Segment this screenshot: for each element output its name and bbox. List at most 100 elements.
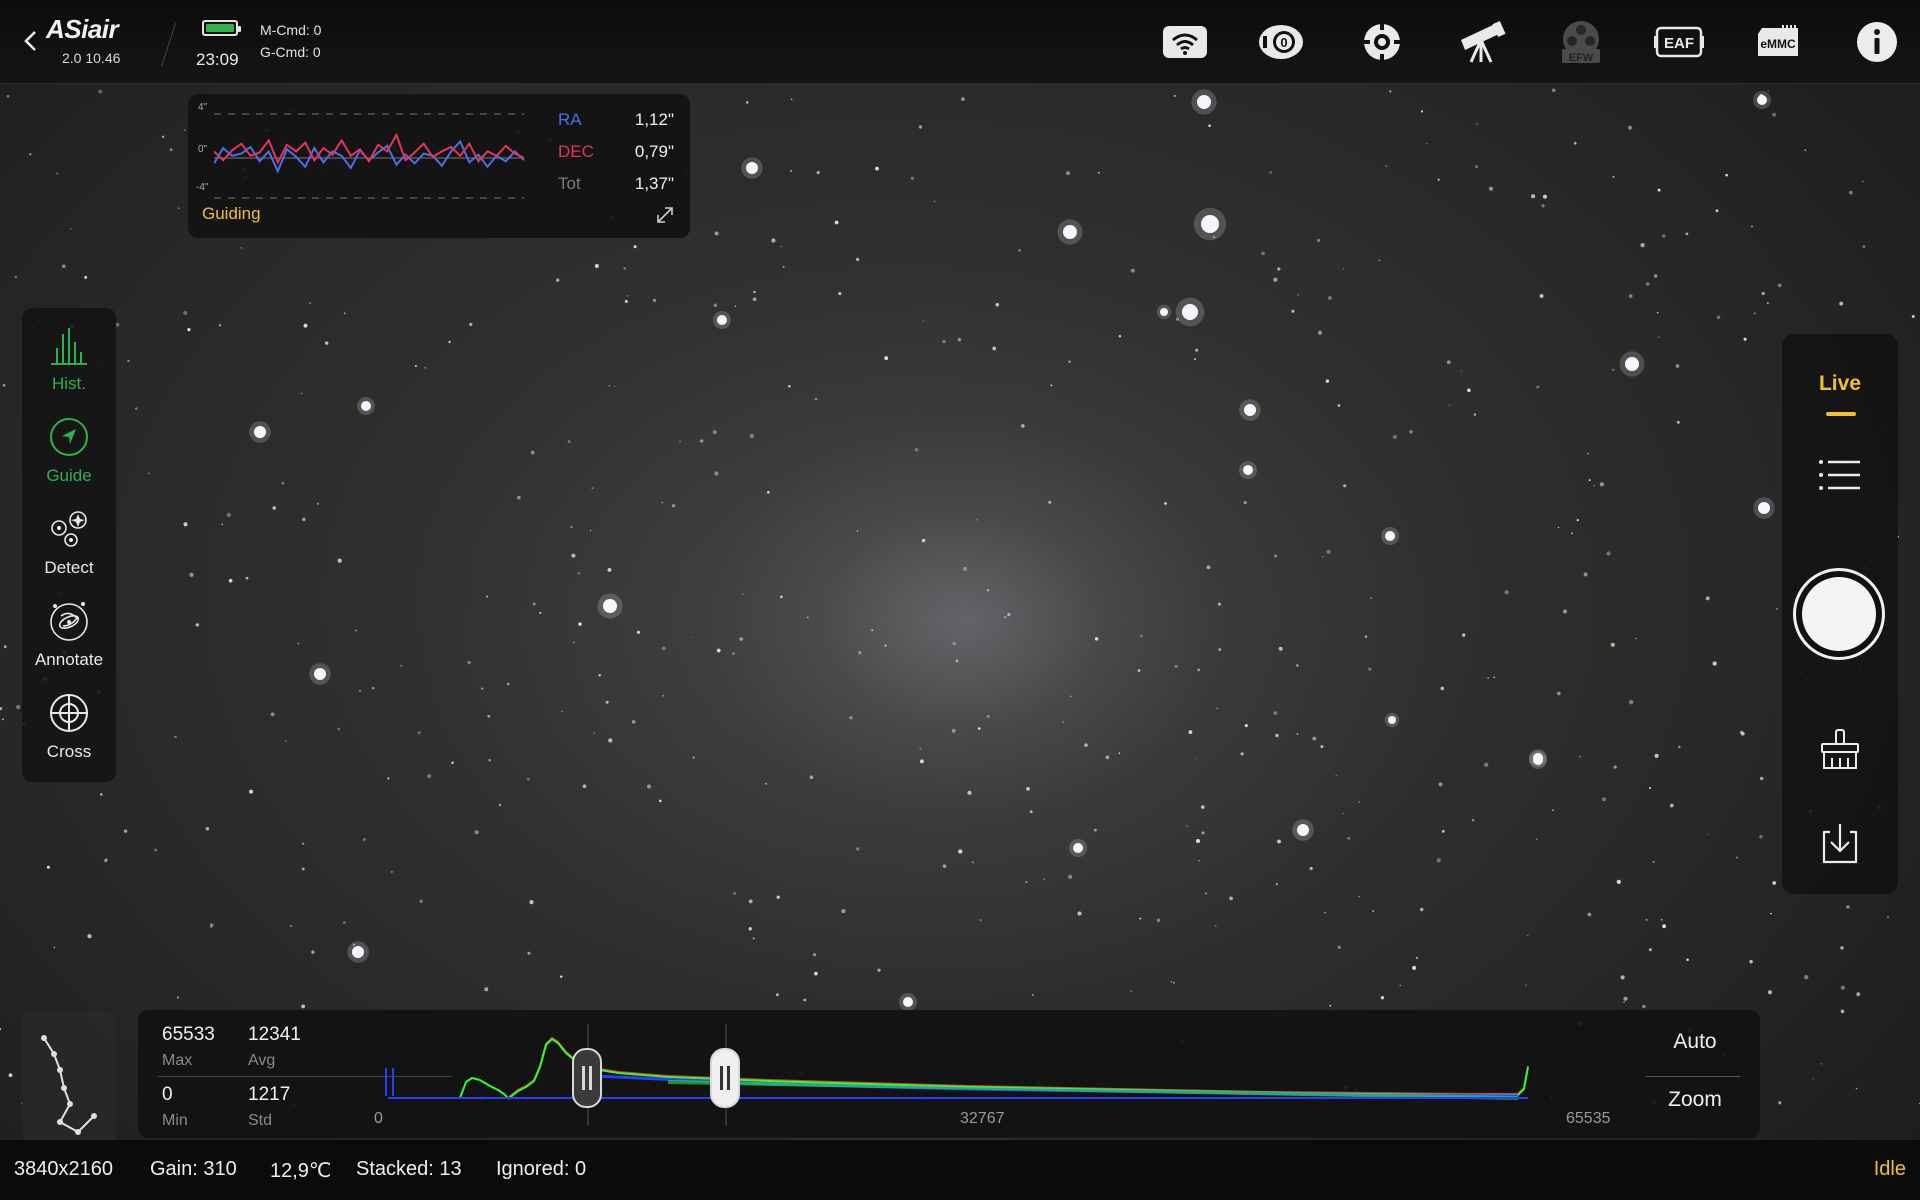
star (1652, 860, 1655, 864)
wifi-button[interactable] (1160, 18, 1210, 66)
star (971, 861, 975, 864)
star (1378, 259, 1381, 262)
star (309, 302, 311, 304)
star (1536, 385, 1540, 389)
guide-camera-button[interactable] (1357, 18, 1407, 66)
star (1347, 836, 1351, 840)
histogram-panel: 65533 Max 12341 Avg 0 Min 1217 Std 0 327… (138, 1010, 1760, 1138)
star (1372, 909, 1375, 913)
info-button[interactable] (1852, 18, 1902, 66)
bright-star (717, 315, 727, 325)
star (593, 732, 596, 734)
tool-guide[interactable]: Guide (22, 410, 116, 500)
efw-label: EFW (1569, 52, 1594, 64)
auto-stretch-button[interactable]: Auto (1640, 1022, 1750, 1062)
star (1062, 721, 1064, 723)
star (451, 761, 454, 765)
star (1685, 232, 1689, 236)
menu-button[interactable] (1818, 458, 1862, 497)
star (284, 739, 287, 742)
expand-icon[interactable] (654, 204, 676, 226)
star (1460, 370, 1463, 372)
clear-button[interactable] (1818, 728, 1862, 777)
back-button[interactable] (20, 26, 42, 56)
mount-button[interactable] (1457, 18, 1507, 66)
tick-max: 65535 (1566, 1110, 1611, 1127)
shutter-button[interactable] (1793, 568, 1885, 660)
camera-button[interactable]: 0 (1256, 18, 1306, 66)
star (1539, 294, 1544, 298)
star (1274, 554, 1277, 558)
star (816, 171, 820, 175)
guiding-graph (214, 113, 525, 199)
star (1440, 686, 1445, 691)
bright-star (361, 401, 371, 411)
black-point-handle[interactable] (572, 1048, 602, 1108)
white-point-handle[interactable] (710, 1048, 740, 1108)
tool-cross[interactable]: Cross (22, 686, 116, 776)
star (1385, 165, 1388, 168)
star (1137, 669, 1141, 672)
star (87, 934, 92, 939)
star (1277, 267, 1281, 271)
star (582, 784, 587, 789)
star (228, 578, 233, 583)
star (1846, 905, 1850, 909)
min-label: Min (162, 1112, 188, 1129)
star (249, 789, 254, 794)
tool-detect[interactable]: Detect (22, 502, 116, 592)
bright-star (352, 946, 364, 958)
star (343, 921, 346, 924)
star (1525, 984, 1527, 986)
star (176, 996, 179, 999)
efw-button[interactable]: EFW (1556, 18, 1606, 66)
star (2, 383, 6, 387)
star (484, 987, 489, 992)
star (281, 481, 285, 485)
star (1269, 170, 1273, 174)
star (1613, 765, 1617, 769)
star (1195, 348, 1199, 352)
tool-histogram[interactable]: Hist. (22, 318, 116, 408)
star (856, 847, 860, 851)
star (1309, 866, 1313, 871)
star (1654, 274, 1658, 278)
star (516, 495, 521, 500)
ra-label: RA (558, 110, 582, 129)
star (1229, 896, 1233, 901)
mode-live-tab[interactable]: Live (1782, 372, 1898, 396)
star (560, 975, 563, 978)
star (955, 659, 959, 663)
tool-annotate[interactable]: Annotate (22, 594, 116, 684)
eaf-button[interactable]: EAF (1654, 18, 1704, 66)
star (301, 867, 305, 871)
emmc-button[interactable]: eMMC (1754, 18, 1804, 66)
star (577, 572, 580, 575)
star (1328, 296, 1332, 300)
star (205, 827, 210, 831)
star (486, 595, 489, 598)
star (1862, 245, 1866, 248)
star (623, 267, 626, 270)
star (0, 1028, 2, 1031)
ra-series (214, 139, 525, 174)
star (1343, 484, 1347, 488)
bright-star (1197, 95, 1211, 109)
star (977, 727, 981, 730)
bright-star (1243, 465, 1253, 475)
star (481, 687, 484, 690)
star (1050, 384, 1053, 387)
star (570, 525, 573, 529)
star (567, 440, 571, 444)
save-button[interactable] (1818, 822, 1862, 871)
guiding-graph-panel[interactable]: 4" 0" -4" RA 1,12" DEC 0,79" Tot 1,37" G… (188, 94, 690, 238)
zoom-button[interactable]: Zoom (1640, 1080, 1750, 1120)
star (1025, 881, 1028, 883)
star (1557, 526, 1560, 529)
star (1195, 757, 1197, 760)
star (70, 227, 72, 230)
star (1217, 602, 1221, 606)
star (958, 849, 963, 854)
constellation-thumbnail[interactable] (22, 1010, 116, 1144)
star (1678, 745, 1681, 749)
